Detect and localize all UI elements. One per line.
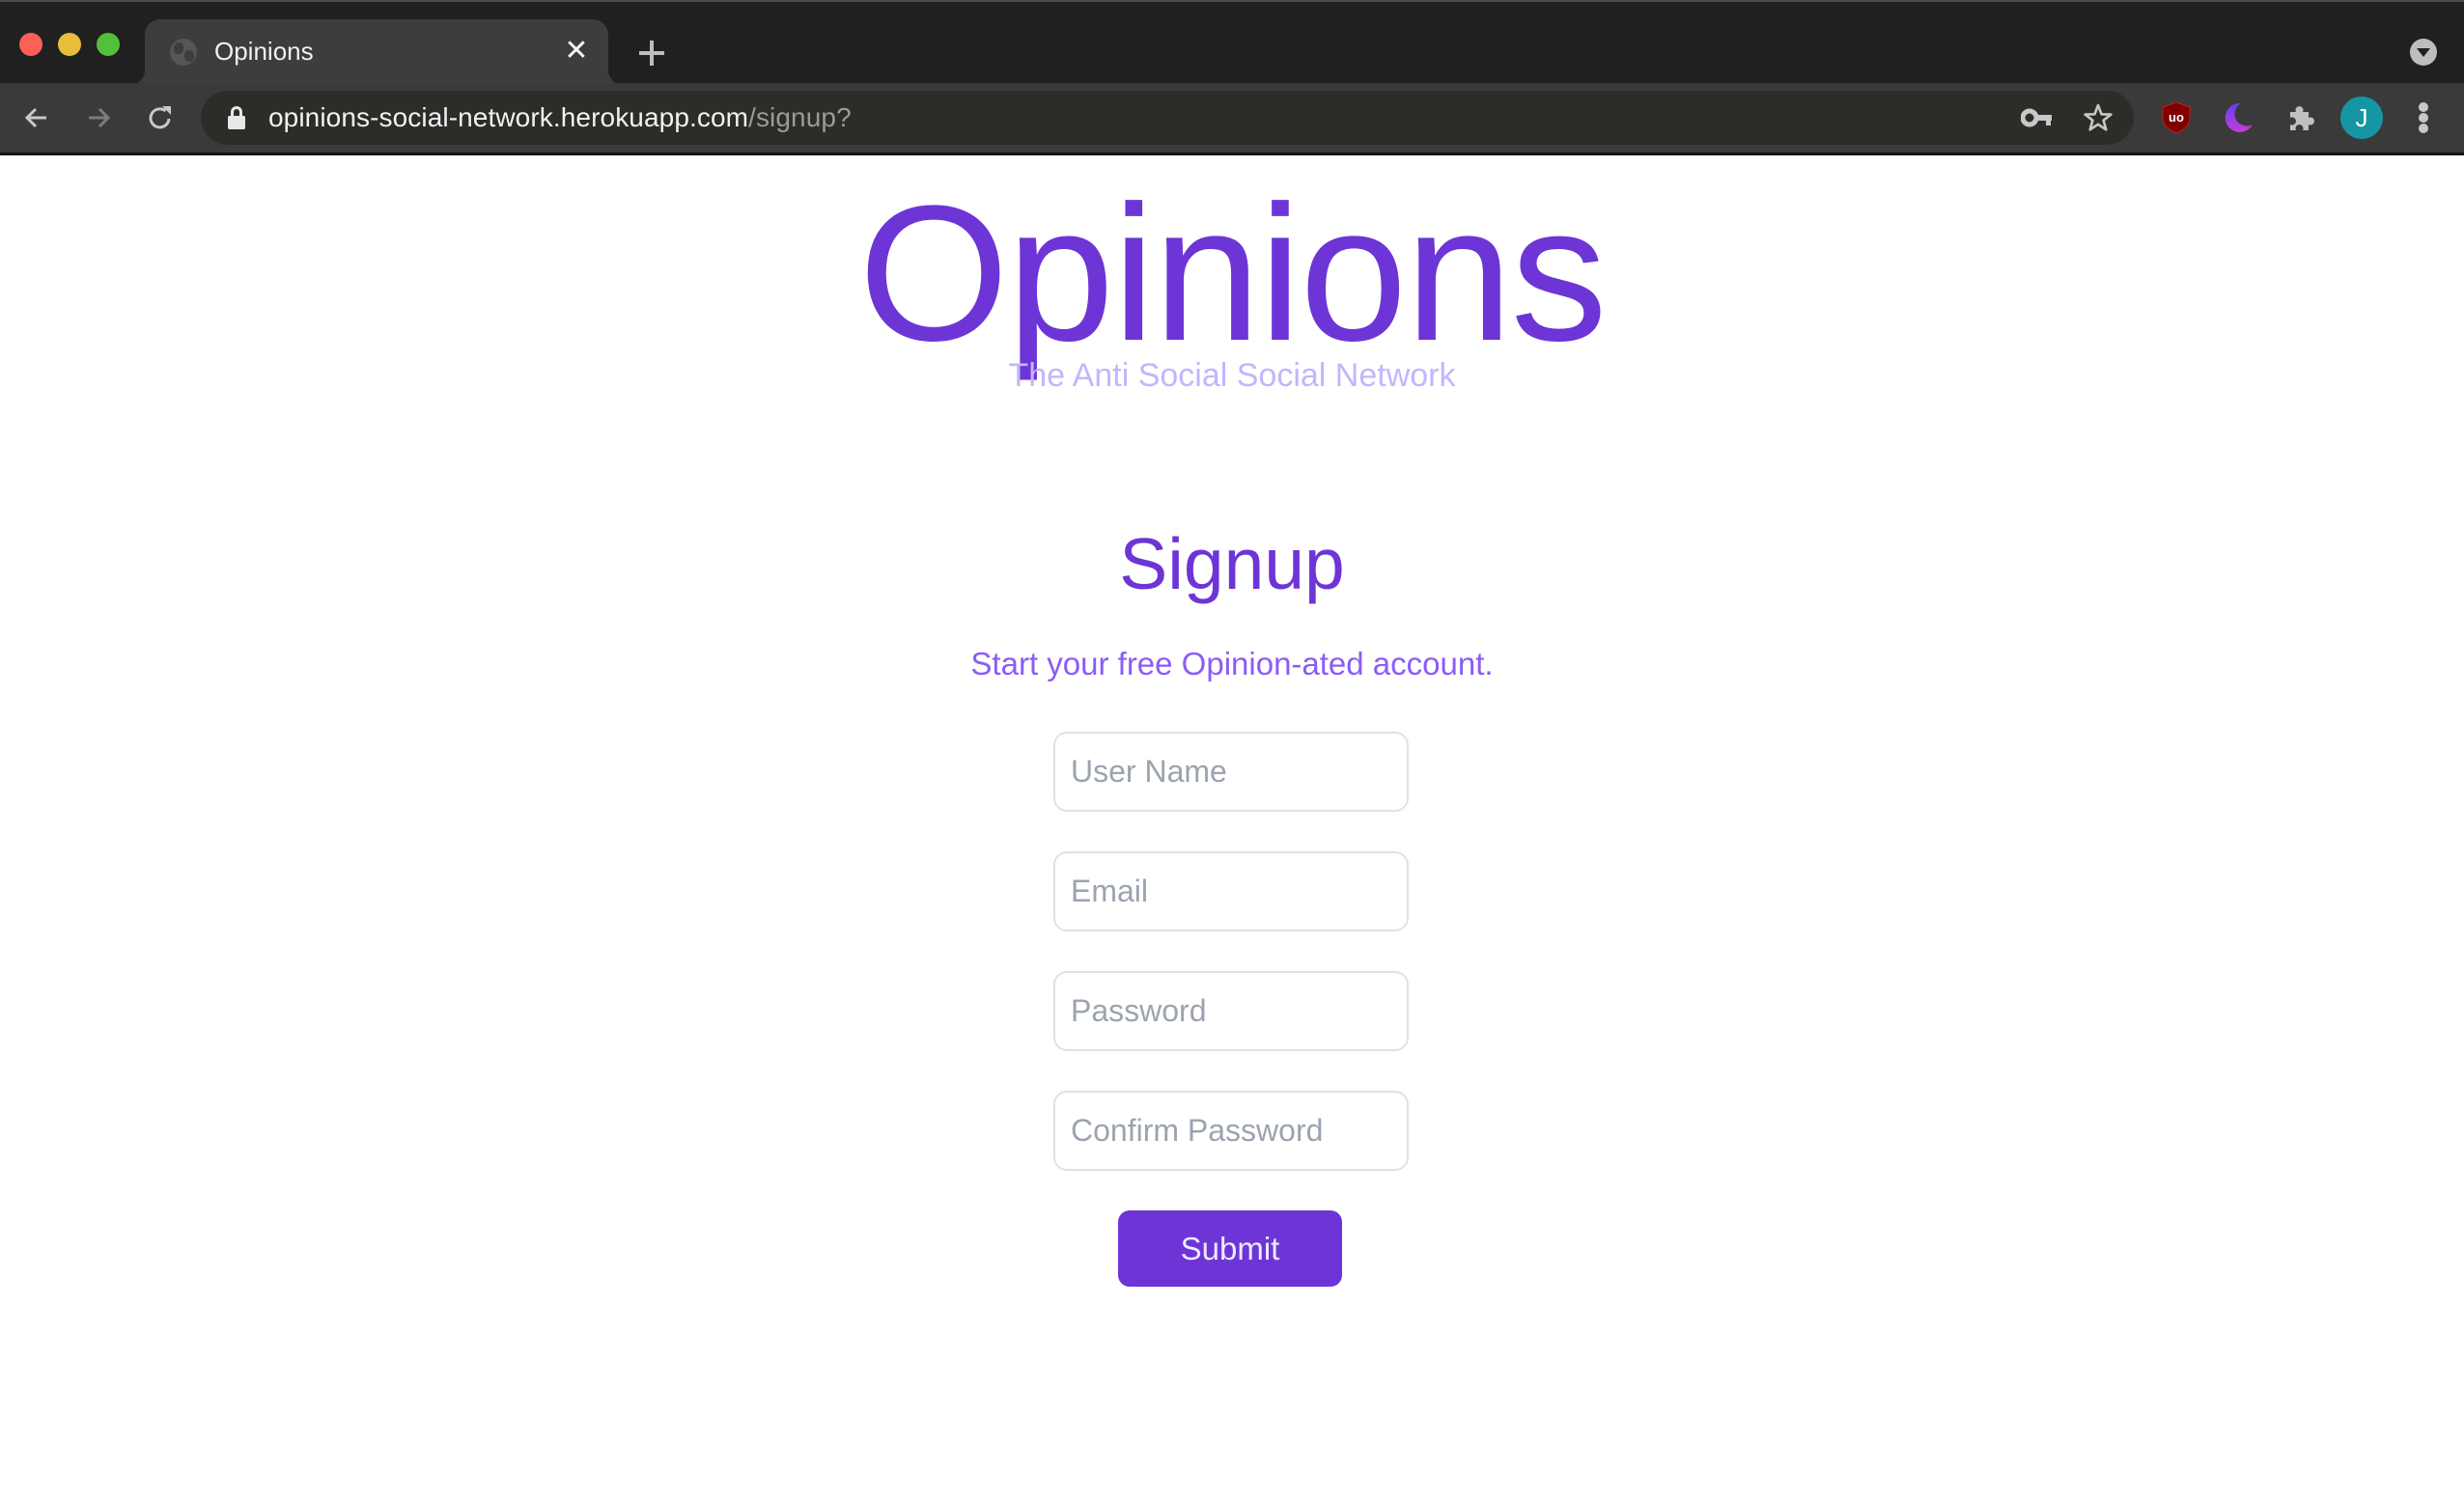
browser-menu-button[interactable] [2412,97,2435,139]
email-input[interactable] [1053,851,1409,931]
url-path: /signup? [748,102,852,132]
close-icon[interactable]: ✕ [562,37,591,66]
tab-title: Opinions [214,37,314,66]
tab-search-button[interactable] [2410,39,2437,66]
site-tagline: The Anti Social Social Network [1008,357,1456,394]
page-content: Opinions The Anti Social Social Network … [0,155,2464,1500]
confirm-password-input[interactable] [1053,1091,1409,1171]
url-text[interactable]: opinions-social-network.herokuapp.com/si… [268,102,852,133]
key-icon[interactable] [2020,100,2055,135]
page-title: Signup [1119,523,1345,604]
arrow-left-icon [24,107,46,128]
puzzle-piece-icon[interactable] [2280,97,2322,139]
ublock-origin-icon[interactable]: uo [2155,97,2198,139]
arrow-right-icon [89,107,111,128]
site-logo[interactable]: Opinions [0,163,2464,385]
window-minimize-button[interactable] [58,33,81,56]
profile-avatar[interactable]: J [2340,97,2383,139]
svg-text:uo: uo [2169,110,2184,125]
new-tab-button[interactable] [632,35,671,73]
browser-toolbar: opinions-social-network.herokuapp.com/si… [0,83,2464,153]
forward-button[interactable] [77,97,120,139]
lock-icon[interactable] [228,106,245,129]
username-input[interactable] [1053,732,1409,812]
page-subtitle: Start your free Opinion-ated account. [970,646,1494,681]
password-input[interactable] [1053,971,1409,1051]
browser-tabstrip: Opinions ✕ [0,0,2464,85]
submit-button[interactable]: Submit [1118,1210,1342,1287]
reload-icon [149,106,171,129]
address-bar[interactable]: opinions-social-network.herokuapp.com/si… [201,91,2134,145]
url-host: opinions-social-network.herokuapp.com [268,102,749,132]
dark-mode-moon-icon[interactable] [2217,97,2259,139]
plus-icon [639,41,664,66]
reload-button[interactable] [139,97,182,139]
star-icon[interactable] [2081,100,2115,135]
window-zoom-button[interactable] [97,33,120,56]
back-button[interactable] [15,97,58,139]
globe-icon [170,39,197,66]
browser-tab-active[interactable]: Opinions ✕ [129,19,624,85]
window-close-button[interactable] [19,33,42,56]
